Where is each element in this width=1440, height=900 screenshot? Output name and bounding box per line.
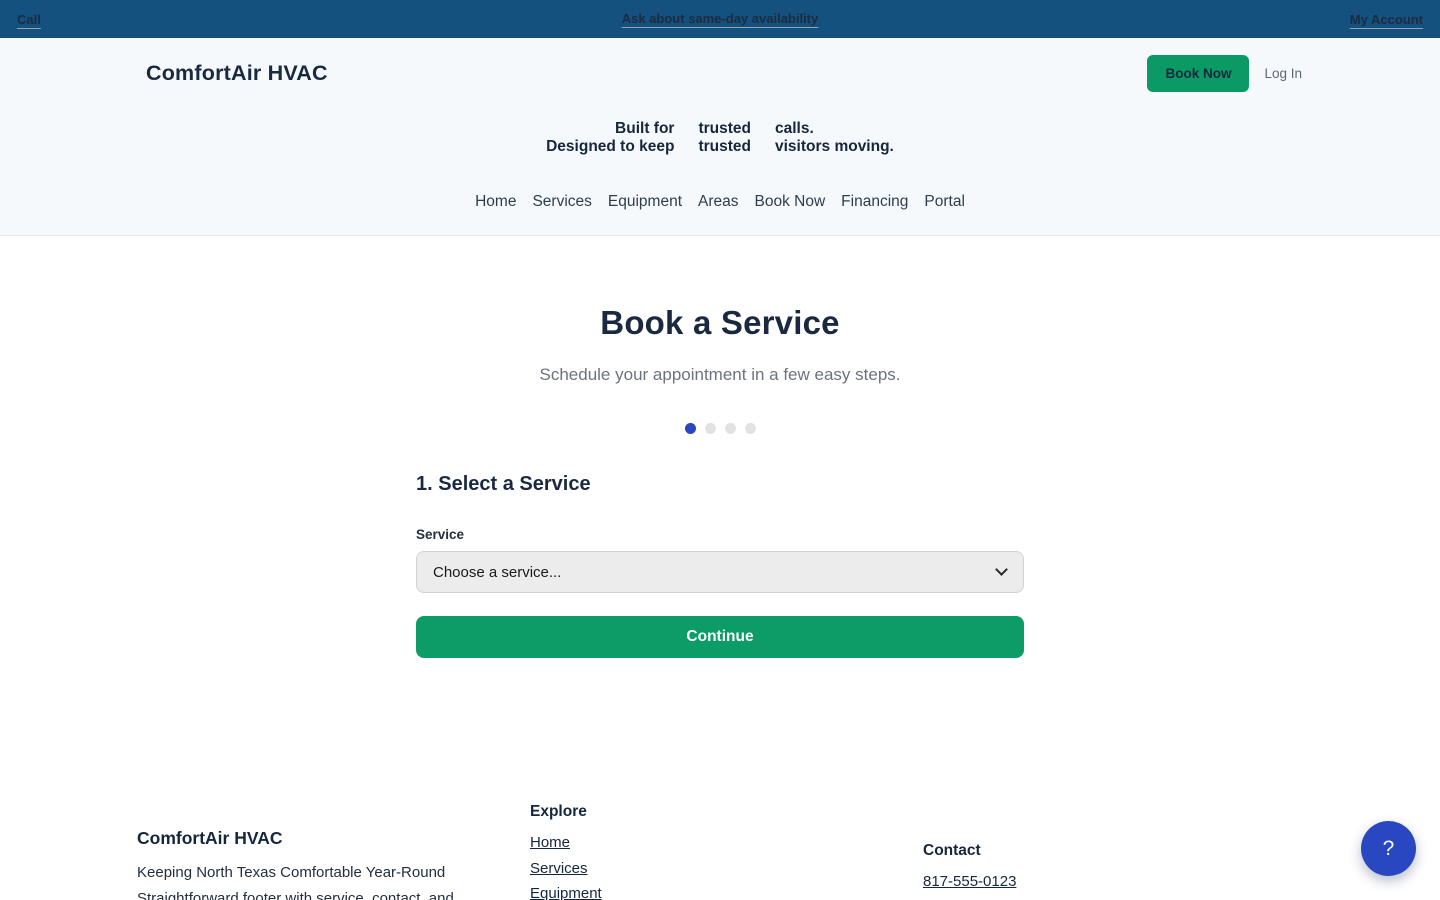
nav-item-portal[interactable]: Portal	[923, 193, 966, 211]
header-row: ComfortAir HVAC Book Now Log In	[0, 38, 1440, 96]
my-account-link[interactable]: My Account	[1350, 12, 1423, 27]
nav-item-areas[interactable]: Areas	[697, 193, 740, 211]
hero-headline-grid: Built for trusted calls. Designed to kee…	[546, 120, 894, 156]
hero-text: trusted	[698, 138, 751, 156]
call-link[interactable]: Call	[17, 12, 41, 27]
hero-headline: Built for trusted calls. Designed to kee…	[0, 120, 1440, 156]
hero-text: Built for	[546, 120, 674, 138]
hero-text: calls.	[775, 120, 894, 138]
page-title: Book a Service	[0, 236, 1440, 342]
log-in-link[interactable]: Log In	[1264, 66, 1302, 81]
header-actions: Book Now Log In	[1147, 55, 1302, 92]
footer-contact-column: Contact 817-555-0123 info@comfortairhvac…	[923, 842, 1093, 900]
nav-item-services[interactable]: Services	[531, 193, 592, 211]
progress-dots	[0, 423, 1440, 434]
main-nav: Home Services Equipment Areas Book Now F…	[0, 193, 1440, 211]
footer-link-services[interactable]: Services	[530, 856, 602, 882]
hero-text: visitors moving.	[775, 138, 894, 156]
nav-item-home[interactable]: Home	[474, 193, 517, 211]
footer-explore-heading: Explore	[530, 803, 602, 821]
question-mark-icon: ?	[1383, 837, 1395, 861]
nav-item-equipment[interactable]: Equipment	[607, 193, 683, 211]
brand-logo: ComfortAir HVAC	[146, 61, 328, 86]
footer-tagline: Keeping North Texas Comfortable Year-Rou…	[137, 860, 537, 886]
booking-step-form: 1. Select a Service Service Choose a ser…	[416, 473, 1024, 658]
site-footer: ComfortAir HVAC Keeping North Texas Comf…	[0, 800, 1440, 900]
nav-item-financing[interactable]: Financing	[840, 193, 909, 211]
page-subtitle: Schedule your appointment in a few easy …	[0, 365, 1440, 385]
book-now-button[interactable]: Book Now	[1147, 55, 1249, 92]
promo-banner: Ask about same-day availability	[0, 10, 1440, 28]
nav-item-book-now[interactable]: Book Now	[754, 193, 827, 211]
footer-phone-link[interactable]: 817-555-0123	[923, 869, 1093, 895]
booking-main: Book a Service Schedule your appointment…	[0, 236, 1440, 658]
footer-brand: ComfortAir HVAC	[137, 828, 537, 849]
progress-dot-2	[705, 423, 716, 434]
service-field-label: Service	[416, 527, 1024, 542]
service-select[interactable]: Choose a service...	[416, 551, 1024, 593]
top-utility-bar: Call Ask about same-day availability My …	[0, 0, 1440, 38]
footer-description: Straightforward footer with service, con…	[137, 886, 537, 900]
footer-link-equipment[interactable]: Equipment	[530, 881, 602, 900]
service-select-wrap: Choose a service...	[416, 551, 1024, 593]
continue-button[interactable]: Continue	[416, 616, 1024, 658]
progress-dot-1-active	[685, 423, 696, 434]
progress-dot-4	[745, 423, 756, 434]
help-button[interactable]: ?	[1361, 821, 1416, 876]
footer-email-link[interactable]: info@comfortairhvac.com	[923, 895, 1093, 900]
progress-dot-3	[725, 423, 736, 434]
footer-contact-heading: Contact	[923, 842, 1093, 860]
footer-link-home[interactable]: Home	[530, 830, 602, 856]
site-header: ComfortAir HVAC Book Now Log In Built fo…	[0, 38, 1440, 236]
step-heading: 1. Select a Service	[416, 473, 1024, 496]
footer-explore-column: Explore Home Services Equipment	[530, 803, 602, 900]
promo-link[interactable]: Ask about same-day availability	[622, 11, 819, 26]
hero-text: trusted	[698, 120, 751, 138]
hero-text: Designed to keep	[546, 138, 674, 156]
footer-brand-column: ComfortAir HVAC Keeping North Texas Comf…	[137, 828, 537, 900]
